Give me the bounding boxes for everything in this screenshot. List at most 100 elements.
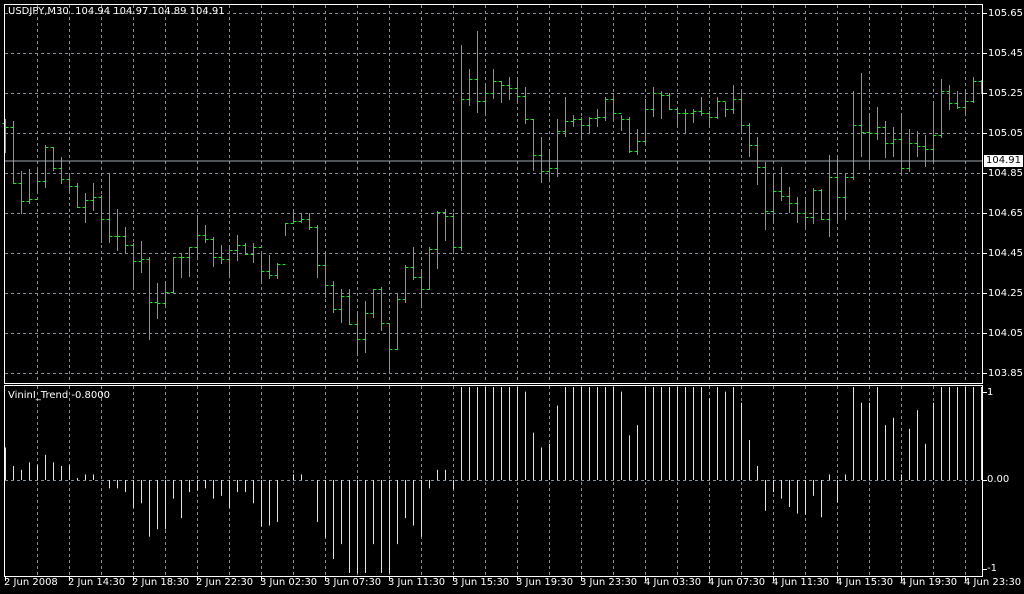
ohlc-bar	[490, 69, 497, 99]
ohlc-bar	[690, 109, 697, 123]
ohlc-bar	[450, 213, 457, 254]
ohlc-bar	[818, 189, 825, 220]
ohlc-bar	[290, 211, 297, 224]
ohlc-bar	[922, 135, 929, 167]
ohlc-bar	[482, 86, 489, 115]
ohlc-bar	[946, 85, 953, 110]
price-axis-label: 104.25	[988, 287, 1023, 299]
ohlc-bar	[274, 263, 281, 279]
chart-title: USDJPY,M30 104.94 104.97 104.89 104.91	[8, 6, 225, 18]
time-axis-label: 2 Jun 2008	[4, 577, 58, 588]
ohlc-bar	[786, 187, 793, 213]
ohlc-bar	[130, 243, 137, 287]
time-axis-label: 3 Jun 02:30	[260, 577, 318, 588]
ohlc-readout: 104.94 104.97 104.89 104.91	[75, 6, 225, 17]
indicator-axis-label-zero: 0.00	[987, 474, 1010, 485]
price-axis-label: 105.05	[988, 127, 1023, 139]
ohlc-bar	[530, 119, 537, 171]
time-axis-label: 4 Jun 03:30	[644, 577, 702, 588]
indicator-axis-label-min: -1	[987, 563, 997, 574]
ohlc-bar	[938, 79, 945, 138]
ohlc-bar	[330, 281, 337, 313]
price-axis-label: 105.45	[988, 47, 1023, 59]
ohlc-bar	[866, 116, 873, 167]
price-axis-label: 104.65	[988, 207, 1023, 219]
ohlc-bar	[642, 99, 649, 144]
ohlc-bar	[410, 247, 417, 280]
ohlc-bar	[298, 213, 305, 223]
ohlc-bar	[914, 131, 921, 157]
ohlc-bar	[186, 247, 193, 277]
time-axis-label: 4 Jun 23:30	[964, 577, 1022, 588]
ohlc-bar	[650, 87, 657, 117]
ohlc-bar	[314, 225, 321, 278]
ohlc-bar	[978, 80, 985, 94]
ohlc-bar	[858, 73, 865, 157]
ohlc-bar	[730, 85, 737, 114]
ohlc-bar	[794, 197, 801, 223]
ohlc-bar	[362, 301, 369, 353]
ohlc-bar	[74, 183, 81, 208]
ohlc-bar	[778, 167, 785, 201]
ohlc-bar	[10, 121, 17, 184]
symbol-label: USDJPY,M30	[8, 6, 69, 17]
time-axis-label: 3 Jun 15:30	[452, 577, 510, 588]
ohlc-bar	[226, 248, 233, 275]
ohlc-bar	[138, 241, 145, 273]
ohlc-bar	[746, 123, 753, 157]
price-bars	[2, 31, 985, 371]
ohlc-bar	[674, 107, 681, 125]
ohlc-bar	[178, 253, 185, 278]
time-axis-label: 4 Jun 19:30	[900, 577, 958, 588]
ohlc-bar	[506, 77, 513, 100]
ohlc-bar	[386, 323, 393, 371]
ohlc-bar	[458, 45, 465, 251]
ohlc-bar	[850, 91, 857, 180]
chart-canvas[interactable]	[0, 0, 1024, 594]
axis-ticks	[5, 13, 987, 581]
ohlc-bar	[50, 147, 57, 171]
ohlc-bar	[586, 117, 593, 133]
ohlc-bar	[18, 171, 25, 214]
ohlc-bar	[634, 129, 641, 155]
ohlc-bar	[42, 145, 49, 188]
ohlc-bar	[82, 193, 89, 223]
ohlc-bar	[498, 81, 505, 103]
ohlc-bar	[394, 293, 401, 350]
time-axis-label: 4 Jun 11:30	[772, 577, 830, 588]
price-axis-label: 105.65	[988, 7, 1023, 19]
ohlc-bar	[170, 257, 177, 293]
ohlc-bar	[34, 170, 41, 200]
ohlc-bar	[90, 183, 97, 211]
ohlc-bar	[122, 227, 129, 253]
ohlc-bar	[770, 175, 777, 221]
ohlc-bar	[162, 282, 169, 307]
ohlc-bar	[522, 87, 529, 124]
ohlc-bar	[106, 173, 113, 243]
ohlc-bar	[706, 111, 713, 125]
time-axis-label: 2 Jun 18:30	[132, 577, 190, 588]
ohlc-bar	[570, 115, 577, 127]
ohlc-bar	[466, 69, 473, 106]
ohlc-bar	[266, 255, 273, 279]
indicator-axis-label-max: 1	[987, 387, 994, 398]
price-axis-label: 104.45	[988, 247, 1023, 259]
ohlc-bar	[26, 169, 33, 204]
time-axis-label: 2 Jun 22:30	[196, 577, 254, 588]
price-axis-label: 105.25	[988, 87, 1023, 99]
time-axis-label: 4 Jun 15:30	[836, 577, 894, 588]
price-pane-border	[4, 4, 983, 384]
ohlc-bar	[602, 97, 609, 121]
ohlc-bar	[346, 289, 353, 325]
ohlc-bar	[210, 237, 217, 267]
ohlc-bar	[906, 129, 913, 172]
ohlc-bar	[682, 109, 689, 133]
ohlc-bar	[618, 113, 625, 131]
ohlc-bar	[234, 235, 241, 261]
indicator-title: VininI_Trend -0.8000	[8, 390, 110, 401]
ohlc-bar	[202, 225, 209, 243]
ohlc-bar	[810, 188, 817, 224]
ohlc-bar	[338, 289, 345, 323]
ohlc-bar	[714, 97, 721, 119]
ohlc-bar	[562, 97, 569, 137]
